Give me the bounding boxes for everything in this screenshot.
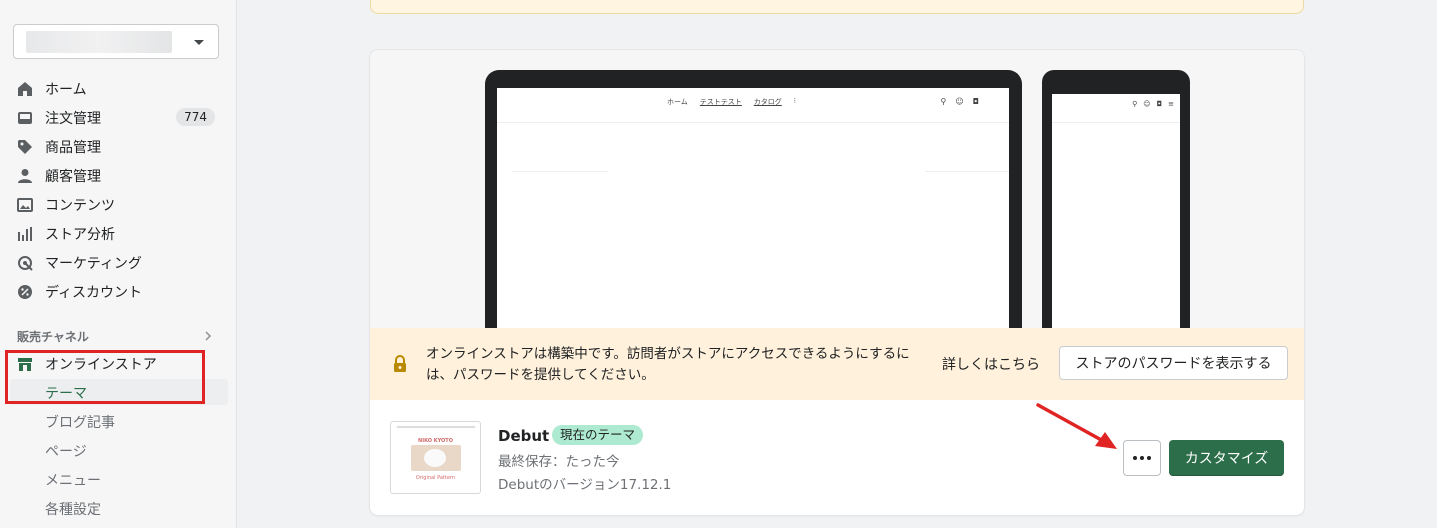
sidebar-item-label: 顧客管理	[45, 169, 101, 185]
mobile-preview-frame: ⚲ ☺ ◘ ≡	[1042, 70, 1190, 328]
theme-version-text: Debutのバージョン17.12.1	[498, 477, 672, 493]
account-icon: ☺	[955, 97, 964, 106]
sidebar-item-orders[interactable]: 注文管理 774	[16, 106, 220, 130]
orders-count-badge: 774	[176, 108, 215, 126]
current-theme-row: NIKO KYOTO Original Pattern Debut 現在のテーマ…	[370, 400, 1304, 515]
inbox-icon	[16, 109, 34, 127]
preview-nav-home: ホーム	[667, 98, 688, 106]
home-icon	[16, 80, 34, 98]
thumbnail-subtitle: Original Pattern	[415, 475, 456, 481]
preview-nav-test: テストテスト	[699, 98, 742, 106]
chevron-down-icon	[194, 40, 204, 45]
image-icon	[16, 196, 34, 214]
sales-channels-heading: 販売チャネル	[17, 330, 89, 344]
last-saved-text: 最終保存：たった今	[498, 454, 620, 470]
customize-button[interactable]: カスタマイズ	[1169, 440, 1284, 476]
sidebar-item-customers[interactable]: 顧客管理	[16, 164, 220, 188]
lock-icon	[394, 355, 406, 372]
search-icon: ⚲	[940, 97, 947, 106]
more-actions-button[interactable]	[1123, 440, 1161, 476]
person-icon	[16, 167, 34, 185]
sidebar-item-content[interactable]: コンテンツ	[16, 193, 220, 217]
sidebar-item-discounts[interactable]: ディスカウント	[16, 280, 220, 304]
discount-icon	[16, 283, 34, 301]
notice-text: オンラインストアは構築中です。訪問者がストアにアクセスできるようにするには、パス…	[426, 346, 910, 383]
annotation-highlight-box	[5, 350, 205, 404]
sidebar-subitem-pages[interactable]: ページ	[45, 441, 87, 461]
sidebar-subitem-navigation[interactable]: メニュー	[45, 470, 101, 490]
sidebar-item-analytics[interactable]: ストア分析	[16, 222, 220, 246]
preview-nav-catalog: カタログ	[753, 98, 782, 106]
sidebar-subitem-blog-posts[interactable]: ブログ記事	[45, 412, 115, 432]
desktop-preview-frame: ホーム テストテスト カタログ ⁝ ⚲ ☺ ◘	[485, 70, 1022, 328]
sidebar-item-marketing[interactable]: マーケティング	[16, 251, 220, 275]
theme-name: Debut	[498, 427, 550, 445]
account-icon: ☺	[1143, 100, 1151, 108]
sidebar-item-label: コンテンツ	[45, 198, 115, 214]
theme-card: ホーム テストテスト カタログ ⁝ ⚲ ☺ ◘ ⚲ ☺ ◘ ≡ オンラインストア…	[370, 50, 1304, 515]
cart-icon: ◘	[972, 97, 979, 106]
menu-icon: ≡	[1168, 100, 1174, 108]
password-notice-banner: オンラインストアは構築中です。訪問者がストアにアクセスできるようにするには、パス…	[370, 328, 1304, 400]
view-password-button[interactable]: ストアのパスワードを表示する	[1059, 346, 1288, 380]
bar-chart-icon	[16, 225, 34, 243]
sidebar-item-label: ホーム	[45, 82, 87, 98]
store-selector[interactable]	[13, 24, 219, 59]
sidebar-item-label: ストア分析	[45, 227, 115, 243]
thumbnail-title: NIKO KYOTO	[418, 438, 453, 444]
top-banner-edge	[370, 0, 1304, 14]
tag-icon	[16, 138, 34, 156]
sidebar-item-label: ディスカウント	[45, 285, 143, 301]
desktop-preview-screen: ホーム テストテスト カタログ ⁝ ⚲ ☺ ◘	[497, 88, 1009, 328]
store-name-redacted	[26, 31, 172, 53]
theme-thumbnail: NIKO KYOTO Original Pattern	[390, 421, 481, 494]
current-theme-badge: 現在のテーマ	[552, 425, 644, 445]
chevron-right-icon[interactable]	[203, 330, 213, 342]
target-icon	[16, 254, 34, 272]
mobile-preview-screen: ⚲ ☺ ◘ ≡	[1052, 94, 1180, 328]
sidebar-item-label: マーケティング	[45, 256, 142, 272]
more-icon: ⁝	[793, 97, 797, 105]
theme-preview[interactable]: ホーム テストテスト カタログ ⁝ ⚲ ☺ ◘ ⚲ ☺ ◘ ≡	[370, 50, 1304, 328]
cart-icon: ◘	[1156, 100, 1163, 108]
annotation-arrow-icon	[1036, 403, 1117, 449]
search-icon: ⚲	[1132, 100, 1138, 108]
sidebar-subitem-preferences[interactable]: 各種設定	[45, 499, 101, 519]
ellipsis-icon	[1133, 456, 1137, 460]
sidebar-item-label: 注文管理	[45, 111, 101, 127]
sidebar-item-label: 商品管理	[45, 140, 101, 156]
sidebar-item-home[interactable]: ホーム	[16, 77, 220, 101]
sidebar-item-products[interactable]: 商品管理	[16, 135, 220, 159]
learn-more-link[interactable]: 詳しくはこちら	[942, 354, 1040, 374]
sidebar: ホーム 注文管理 774 商品管理 顧客管理 コンテンツ ストア分析 マーケティ…	[0, 0, 237, 528]
